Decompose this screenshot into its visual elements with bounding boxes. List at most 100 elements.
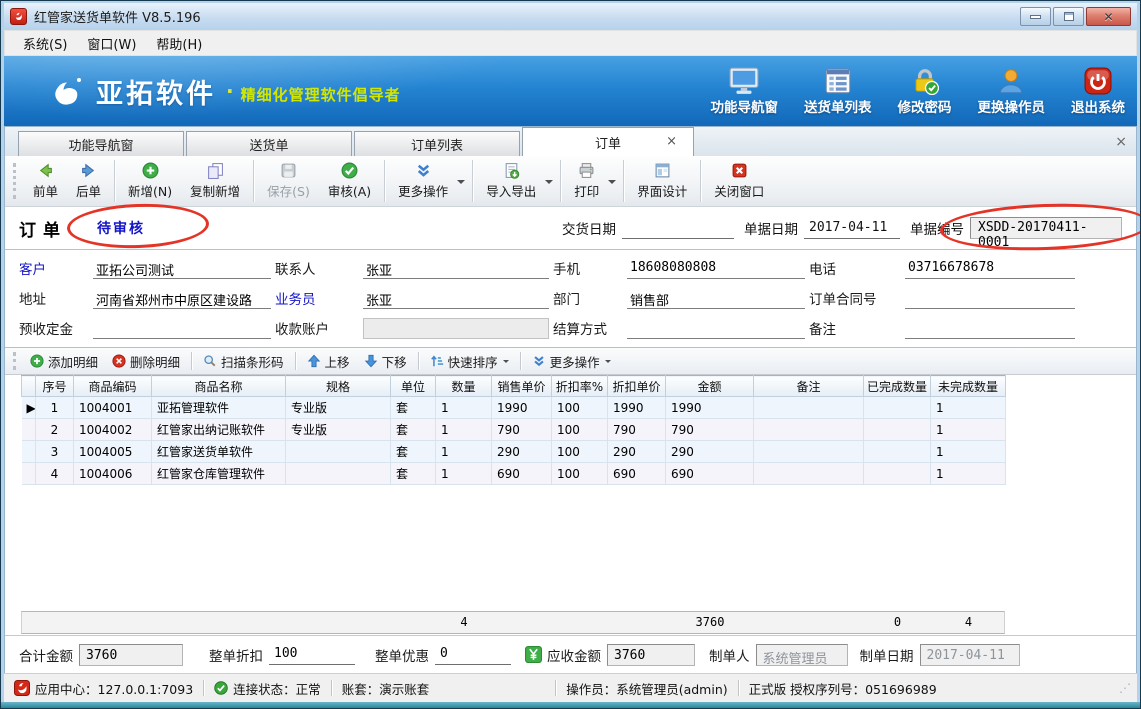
new-button[interactable]: 新增(N)	[119, 159, 181, 203]
delivery-date-label: 交货日期	[562, 218, 616, 238]
detail-panel: 添加明细 删除明细 扫描条形码 上移 下移	[5, 347, 1136, 635]
quick-sort-button[interactable]: 快速排序	[423, 350, 516, 373]
order-toolbar: 前单 后单 新增(N) 复制新增 保存(S) 审核(A)	[5, 156, 1136, 207]
toolbar-separator	[114, 160, 115, 202]
tab-nav-window[interactable]: 功能导航窗	[18, 131, 184, 156]
delete-detail-button[interactable]: 删除明细	[105, 350, 187, 373]
col-spec[interactable]: 规格	[286, 376, 391, 397]
doc-date-field[interactable]: 2017-04-11	[804, 218, 900, 239]
save-button[interactable]: 保存(S)	[258, 159, 319, 203]
tab-strip: 功能导航窗 送货单 订单列表 订单 × ×	[5, 127, 1136, 156]
close-icon: ✕	[1103, 10, 1113, 24]
prev-doc-button[interactable]: 前单	[24, 159, 67, 203]
dropdown-arrow-icon	[503, 360, 509, 366]
mobile-field[interactable]: 18608080808	[627, 257, 805, 279]
status-separator	[555, 680, 556, 696]
tab-delivery-note[interactable]: 送货单	[186, 131, 352, 156]
doc-no-label: 单据编号	[910, 218, 964, 238]
detail-more-actions-button[interactable]: 更多操作	[525, 350, 618, 373]
audit-button[interactable]: 审核(A)	[319, 159, 380, 203]
change-password-button[interactable]: 修改密码	[898, 67, 952, 116]
col-price[interactable]: 销售单价	[492, 376, 552, 397]
copy-new-button[interactable]: 复制新增	[181, 159, 249, 203]
col-finished-qty[interactable]: 已完成数量	[864, 376, 931, 397]
delivery-list-button[interactable]: 送货单列表	[804, 67, 872, 116]
app-logo-mini-icon	[14, 680, 30, 696]
totals-bar: 合计金额 3760 整单折扣 100 整单优惠 0 应收金额 3760 制单人 …	[5, 635, 1136, 673]
tab-order-list[interactable]: 订单列表	[354, 131, 520, 156]
close-window-button[interactable]: 关闭窗口	[705, 159, 773, 203]
chevrons-down-icon	[532, 354, 546, 368]
close-button[interactable]: ✕	[1086, 7, 1131, 26]
account-label: 收款账户	[275, 318, 359, 338]
department-field[interactable]: 销售部	[627, 287, 805, 309]
dropdown-arrow-icon[interactable]	[457, 180, 465, 188]
order-form: 客户 亚拓公司测试 联系人 张亚 手机 18608080808 电话 03716…	[5, 250, 1136, 347]
salesman-label[interactable]: 业务员	[275, 288, 359, 308]
summary-qty: 4	[436, 615, 492, 629]
minimize-button[interactable]	[1020, 7, 1051, 26]
reduction-field[interactable]: 0	[435, 644, 511, 665]
more-actions-button[interactable]: 更多操作	[389, 159, 457, 203]
col-unit[interactable]: 单位	[391, 376, 436, 397]
move-down-button[interactable]: 下移	[357, 350, 414, 373]
col-seq[interactable]: 序号	[36, 376, 74, 397]
remark-field[interactable]	[905, 317, 1075, 339]
tabstrip-close-icon[interactable]: ×	[1115, 134, 1127, 150]
dropdown-arrow-icon[interactable]	[545, 180, 553, 188]
resize-grip[interactable]: ⋰	[1119, 681, 1131, 695]
next-doc-button[interactable]: 后单	[67, 159, 110, 203]
table-row: ▶ 1 1004001 亚拓管理软件 专业版 套 1 1990 100 1990…	[22, 397, 1006, 419]
toolbar-separator	[560, 160, 561, 202]
connection-ok-icon	[214, 681, 228, 695]
col-remark[interactable]: 备注	[754, 376, 864, 397]
menu-window[interactable]: 窗口(W)	[77, 31, 146, 56]
save-icon	[280, 162, 297, 179]
restore-button[interactable]	[1053, 7, 1084, 26]
toolbar-separator	[623, 160, 624, 202]
window-title: 红管家送货单软件 V8.5.196	[34, 7, 201, 26]
account-field[interactable]	[363, 318, 549, 339]
customer-field[interactable]: 亚拓公司测试	[93, 257, 271, 279]
salesman-field[interactable]: 张亚	[363, 287, 549, 309]
import-export-button[interactable]: 导入导出	[477, 159, 545, 203]
minimize-icon	[1030, 15, 1041, 19]
col-product-name[interactable]: 商品名称	[152, 376, 286, 397]
add-detail-button[interactable]: 添加明细	[23, 350, 105, 373]
operator-status: 操作员：系统管理员(admin)	[566, 679, 727, 698]
contact-field[interactable]: 张亚	[363, 257, 549, 279]
address-field[interactable]: 河南省郑州市中原区建设路	[93, 287, 271, 309]
tab-close-icon[interactable]: ×	[666, 135, 677, 148]
col-product-code[interactable]: 商品编码	[74, 376, 152, 397]
doc-no-field[interactable]: XSDD-20170411-0001	[970, 217, 1122, 239]
dropdown-arrow-icon	[605, 360, 611, 366]
deposit-field[interactable]	[93, 317, 271, 339]
scan-barcode-button[interactable]: 扫描条形码	[196, 350, 291, 373]
delivery-date-field[interactable]	[622, 218, 734, 239]
items-table: 序号 商品编码 商品名称 规格 单位 数量 销售单价 折扣率% 折扣单价 金额 …	[21, 375, 1006, 485]
toolbar-grip	[13, 352, 16, 370]
col-qty[interactable]: 数量	[436, 376, 492, 397]
col-unfinished-qty[interactable]: 未完成数量	[931, 376, 1006, 397]
customer-label[interactable]: 客户	[19, 258, 89, 278]
move-up-button[interactable]: 上移	[300, 350, 357, 373]
col-discount-price[interactable]: 折扣单价	[608, 376, 666, 397]
col-discount-rate[interactable]: 折扣率%	[552, 376, 608, 397]
contract-field[interactable]	[905, 287, 1075, 309]
phone-field[interactable]: 03716678678	[905, 257, 1075, 279]
settlement-field[interactable]	[627, 317, 805, 339]
toolbar-separator	[295, 352, 296, 370]
nav-window-button[interactable]: 功能导航窗	[711, 67, 779, 116]
col-amount[interactable]: 金额	[666, 376, 754, 397]
dropdown-arrow-icon[interactable]	[608, 180, 616, 188]
monitor-icon	[729, 67, 759, 95]
tab-order[interactable]: 订单 ×	[522, 127, 694, 156]
brand-slogan: 精细化管理软件倡导者	[241, 84, 401, 105]
discount-field[interactable]: 100	[269, 644, 355, 665]
switch-operator-button[interactable]: 更换操作员	[978, 67, 1046, 116]
ui-design-button[interactable]: 界面设计	[628, 159, 696, 203]
print-button[interactable]: 打印	[565, 159, 608, 203]
exit-system-button[interactable]: 退出系统	[1071, 67, 1125, 116]
menu-system[interactable]: 系统(S)	[13, 31, 77, 56]
menu-help[interactable]: 帮助(H)	[146, 31, 212, 56]
